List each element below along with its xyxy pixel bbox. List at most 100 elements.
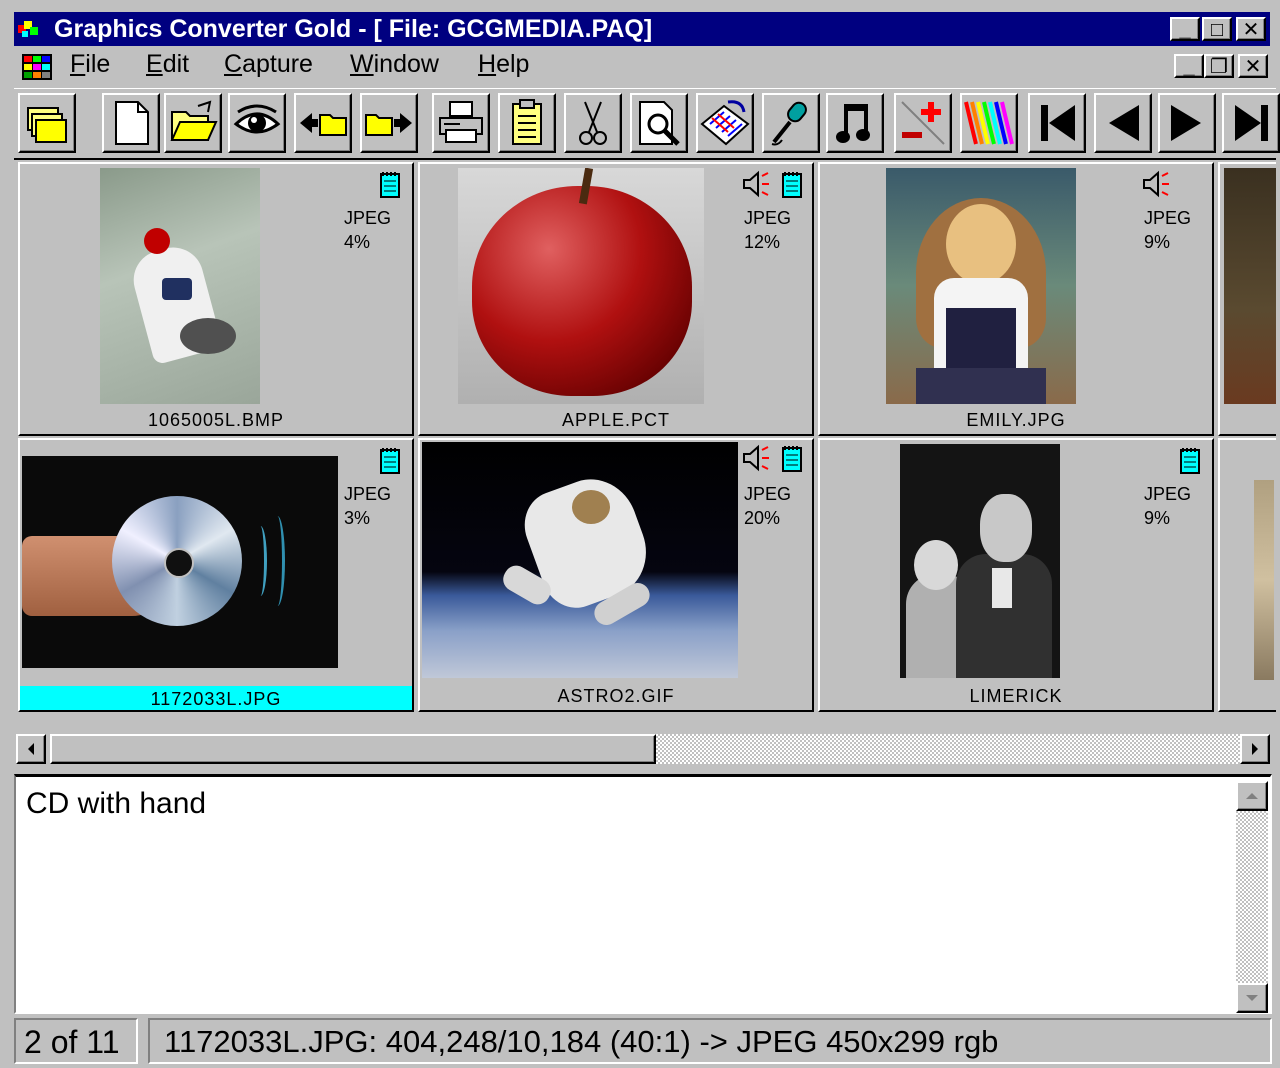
eye-icon	[233, 104, 281, 134]
ratio-label: 9%	[1144, 232, 1171, 252]
color-palette-icon	[964, 101, 1014, 145]
first-icon	[1041, 105, 1075, 141]
toolbar	[14, 88, 1280, 155]
window-title: Graphics Converter Gold - [ File: GCGMED…	[54, 15, 653, 43]
menu-file[interactable]: File	[70, 50, 110, 79]
scroll-right-button[interactable]	[1240, 734, 1270, 764]
mdi-restore-button[interactable]: ❐	[1204, 54, 1234, 78]
thumbnail-cell-partial[interactable]	[1218, 162, 1276, 436]
description-text[interactable]: CD with hand	[26, 787, 206, 821]
menu-edit[interactable]: Edit	[146, 50, 189, 79]
vertical-scrollbar[interactable]	[1236, 781, 1268, 1013]
close-button[interactable]: ✕	[1236, 17, 1266, 41]
title-bar[interactable]: Graphics Converter Gold - [ File: GCGMED…	[14, 12, 1270, 46]
partial-thumbnail	[1254, 480, 1274, 680]
thumbnail-cell[interactable]: JPEG 4% 1065005L.BMP	[18, 162, 414, 436]
arrow-into-folder-icon	[300, 113, 347, 136]
minimize-button[interactable]: _	[1170, 17, 1200, 41]
mdi-close-button[interactable]: ✕	[1238, 54, 1268, 78]
menu-capture-accel: C	[224, 50, 243, 78]
menu-window[interactable]: Window	[350, 50, 439, 79]
menu-capture-label: apture	[242, 50, 313, 78]
thumbnail-cell-selected[interactable]: JPEG 3% 1172033L.JPG	[18, 438, 414, 712]
preview-button[interactable]	[630, 93, 688, 153]
couple-photo-thumbnail	[900, 444, 1060, 678]
first-button[interactable]	[1028, 93, 1086, 153]
menu-edit-accel: E	[146, 50, 163, 78]
app-logo-icon	[18, 21, 38, 37]
thumbnail-cell[interactable]: JPEG 9% LIMERICK	[818, 438, 1214, 712]
ratio-label: 3%	[344, 508, 371, 528]
file-name: 1065005L.BMP	[147, 410, 285, 430]
file-name: ASTRO2.GIF	[557, 686, 675, 706]
speaker-icon	[1143, 170, 1169, 198]
description-pane[interactable]: CD with hand	[14, 774, 1272, 1014]
printer-icon	[439, 101, 483, 143]
cut-button[interactable]	[564, 93, 622, 153]
last-icon	[1235, 105, 1268, 141]
menu-edit-label: dit	[162, 50, 190, 78]
menu-file-accel: F	[70, 50, 86, 78]
new-file-button[interactable]	[102, 93, 160, 153]
calendar-convert-icon	[700, 100, 750, 146]
menu-help[interactable]: Help	[478, 50, 529, 79]
maximize-button[interactable]: □	[1202, 17, 1232, 41]
scroll-thumb[interactable]	[50, 734, 656, 764]
thumbnail-cell[interactable]: JPEG 12% APPLE.PCT	[418, 162, 814, 436]
clipboard-button[interactable]	[498, 93, 556, 153]
thumbnail-cell-partial[interactable]	[1218, 438, 1276, 712]
stacked-folders-icon	[27, 107, 67, 143]
clipboard-icon	[512, 99, 542, 145]
view-button[interactable]	[228, 93, 286, 153]
import-button[interactable]	[294, 93, 352, 153]
notepad-icon	[1180, 448, 1200, 474]
scroll-down-button[interactable]	[1236, 983, 1268, 1013]
up-arrow-icon	[1246, 793, 1258, 799]
notepad-icon	[380, 172, 400, 198]
scroll-left-button[interactable]	[16, 734, 46, 764]
thumbnail-cell[interactable]: JPEG 20% ASTRO2.GIF	[418, 438, 814, 712]
motorcycle-thumbnail	[100, 168, 260, 404]
menu-window-accel: W	[350, 50, 374, 78]
speaker-icon	[743, 444, 769, 472]
color-button[interactable]	[960, 93, 1018, 153]
add-remove-button[interactable]	[894, 93, 952, 153]
open-folder-button[interactable]	[164, 93, 222, 153]
menu-capture[interactable]: Capture	[224, 50, 313, 79]
scroll-up-button[interactable]	[1236, 781, 1268, 811]
scissors-icon	[579, 101, 607, 145]
format-label: JPEG	[1144, 484, 1192, 504]
status-file-info: 1172033L.JPG: 404,248/10,184 (40:1) -> J…	[148, 1018, 1272, 1064]
status-item-count: 2 of 11	[14, 1018, 138, 1064]
music-note-icon	[836, 104, 870, 143]
file-name: LIMERICK	[969, 686, 1063, 706]
print-button[interactable]	[432, 93, 490, 153]
notepad-icon	[782, 172, 802, 198]
document-grid-icon[interactable]	[22, 54, 52, 80]
previous-button[interactable]	[1094, 93, 1152, 153]
thumbnail-cell[interactable]: JPEG 9% EMILY.JPG	[818, 162, 1214, 436]
last-button[interactable]	[1222, 93, 1280, 153]
record-button[interactable]	[762, 93, 820, 153]
cd-with-hand-thumbnail	[22, 456, 338, 668]
ratio-label: 4%	[344, 232, 371, 252]
menu-help-accel: H	[478, 50, 497, 78]
child-portrait-thumbnail	[886, 168, 1076, 404]
export-button[interactable]	[360, 93, 418, 153]
menu-window-label: indow	[373, 50, 439, 78]
format-label: JPEG	[744, 208, 792, 228]
scroll-track[interactable]	[656, 734, 1240, 764]
convert-button[interactable]	[696, 93, 754, 153]
ratio-label: 9%	[1144, 508, 1171, 528]
file-name: EMILY.JPG	[966, 410, 1066, 430]
open-archive-button[interactable]	[18, 93, 76, 153]
notepad-icon	[380, 448, 400, 474]
next-button[interactable]	[1158, 93, 1216, 153]
partial-thumbnail	[1224, 168, 1276, 404]
sound-button[interactable]	[826, 93, 884, 153]
horizontal-scrollbar[interactable]	[14, 732, 1272, 764]
mdi-minimize-button[interactable]: _	[1174, 54, 1204, 78]
magnifier-page-icon	[639, 101, 680, 146]
file-name-selected: 1172033L.JPG	[20, 686, 412, 710]
format-label: JPEG	[744, 484, 792, 504]
